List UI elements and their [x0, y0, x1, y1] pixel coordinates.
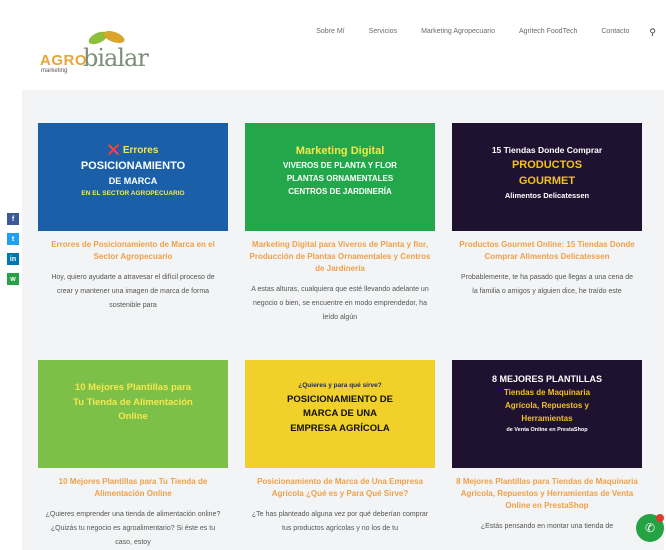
thumbnail-text: 8 MEJORES PLANTILLAS: [491, 374, 602, 384]
post-card: 10 Mejores Plantillas para Tu Tienda de A…: [38, 360, 228, 550]
post-excerpt: ¿Quieres emprender una tienda de aliment…: [45, 511, 221, 546]
thumbnail-text: 10 Mejores Plantillas para: [74, 382, 192, 393]
thumbnail-text: PRODUCTOS: [511, 158, 583, 171]
post-thumbnail[interactable]: 8 MEJORES PLANTILLAS Tiendas de Maquinari…: [452, 360, 642, 468]
thumbnail-text: Marketing Digital: [295, 145, 385, 157]
whatsapp-icon[interactable]: w: [7, 273, 19, 285]
site-logo[interactable]: AGRO marketing bialar: [40, 26, 149, 76]
linkedin-icon[interactable]: in: [7, 253, 19, 265]
thumbnail-text: POSICIONAMIENTO DE: [287, 393, 393, 405]
post-excerpt: A estas alturas, cualquiera que esté lle…: [251, 286, 429, 321]
post-card: Marketing Digital VIVEROS DE PLANTA Y FLO…: [245, 123, 435, 353]
post-card: ❌ Errores POSICIONAMIENTO DE MARCA EN EL SE…: [38, 123, 228, 353]
nav-item-agritech-foodtech[interactable]: Agritech FoodTech: [519, 27, 577, 37]
thumbnail-text: VIVEROS DE PLANTA Y FLOR: [283, 161, 397, 170]
thumbnail-text: ¿Quieres y para qué sirve?: [298, 382, 382, 389]
post-title[interactable]: Productos Gourmet Online: 15 Tiendas Don…: [452, 239, 642, 263]
thumbnail-text: EN EL SECTOR AGROPECUARIO: [81, 190, 185, 197]
search-icon[interactable]: ⚲: [649, 27, 656, 37]
post-thumbnail[interactable]: 10 Mejores Plantillas para Tu Tienda de A…: [38, 360, 228, 468]
thumbnail-text: MARCA DE UNA: [302, 408, 378, 419]
thumbnail-text: POSICIONAMIENTO: [80, 160, 186, 172]
thumbnail-text: CENTROS DE JARDINERÍA: [288, 187, 392, 196]
nav-item-marketing-agropecuario[interactable]: Marketing Agropecuario: [421, 27, 495, 37]
thumbnail-text: ❌ Errores: [107, 145, 159, 156]
post-excerpt: Probablemente, te ha pasado que llegas a…: [460, 274, 634, 295]
logo-tagline: marketing: [41, 68, 68, 74]
post-title[interactable]: Posicionamiento de Marca de Una Empresa …: [245, 476, 435, 500]
thumbnail-text: EMPRESA AGRÍCOLA: [290, 422, 390, 434]
thumbnail-text: PLANTAS ORNAMENTALES: [286, 174, 394, 183]
post-title[interactable]: 8 Mejores Plantillas para Tiendas de Maq…: [452, 476, 642, 512]
post-excerpt: Hoy, quiero ayudarte a atravesar el difí…: [51, 274, 215, 309]
twitter-icon[interactable]: t: [7, 233, 19, 245]
thumbnail-text: 15 Tiendas Donde Comprar: [491, 145, 603, 155]
thumbnail-text: Tu Tienda de Alimentación: [73, 396, 193, 408]
post-thumbnail[interactable]: 15 Tiendas Donde Comprar PRODUCTOS GOURMET…: [452, 123, 642, 231]
post-card: 15 Tiendas Donde Comprar PRODUCTOS GOURMET…: [452, 123, 642, 353]
thumbnail-text: Agrícola, Repuestos y: [504, 401, 590, 410]
main-nav: Sobre Mí Servicios Marketing Agropecuari…: [292, 27, 656, 37]
post-title[interactable]: 10 Mejores Plantillas para Tu Tienda de …: [38, 476, 228, 500]
notification-dot: [656, 514, 664, 522]
post-excerpt: ¿Te has planteado alguna vez por qué deb…: [251, 511, 429, 532]
nav-item-contacto[interactable]: Contacto: [601, 27, 629, 37]
site-header: AGRO marketing bialar Sobre Mí Servicios…: [0, 0, 666, 88]
post-thumbnail[interactable]: ¿Quieres y para qué sirve? POSICIONAMIENT…: [245, 360, 435, 468]
thumbnail-text: de Venta Online en PrestaShop: [506, 427, 588, 433]
thumbnail-text: GOURMET: [518, 174, 576, 187]
post-card: ¿Quieres y para qué sirve? POSICIONAMIENT…: [245, 360, 435, 550]
post-card: 8 MEJORES PLANTILLAS Tiendas de Maquinari…: [452, 360, 642, 550]
nav-item-sobre-mi[interactable]: Sobre Mí: [316, 27, 344, 37]
logo-bialar-text: bialar: [83, 44, 149, 72]
post-title[interactable]: Marketing Digital para Viveros de Planta…: [245, 239, 435, 275]
thumbnail-text: DE MARCA: [108, 176, 158, 186]
post-excerpt: ¿Estás pensando en montar una tienda de: [480, 523, 614, 530]
nav-item-servicios[interactable]: Servicios: [369, 27, 397, 37]
post-thumbnail[interactable]: ❌ Errores POSICIONAMIENTO DE MARCA EN EL SE…: [38, 123, 228, 231]
facebook-icon[interactable]: f: [7, 213, 19, 225]
logo-agro-text: AGRO: [40, 52, 87, 69]
post-thumbnail[interactable]: Marketing Digital VIVEROS DE PLANTA Y FLO…: [245, 123, 435, 231]
thumbnail-text: Alimentos Delicatessen: [504, 190, 590, 200]
post-title[interactable]: Errores de Posicionamiento de Marca en e…: [38, 239, 228, 263]
whatsapp-glyph: ✆: [644, 521, 656, 535]
thumbnail-text: Herramientas: [521, 414, 573, 423]
thumbnail-text: Online: [118, 411, 148, 422]
thumbnail-text: Tiendas de Maquinaria: [503, 388, 591, 397]
